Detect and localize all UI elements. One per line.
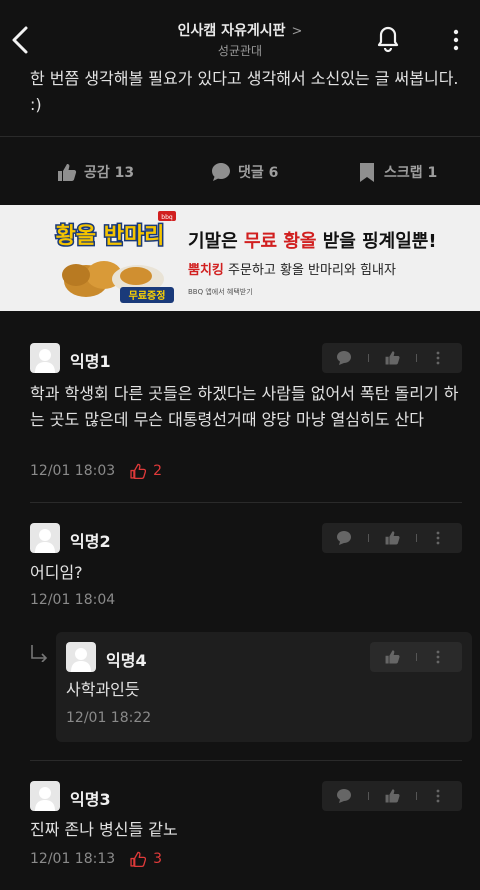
comment-meta: 12/01 18:04 xyxy=(30,592,115,608)
ad-note: BBQ 앱에서 혜택받기 xyxy=(188,288,253,296)
scrap-button[interactable]: 스크랩 1 xyxy=(356,160,437,184)
avatar xyxy=(30,523,60,553)
comment-time: 12/01 18:03 xyxy=(30,463,116,479)
like-button[interactable]: 공감 13 xyxy=(56,160,134,184)
bell-icon[interactable] xyxy=(372,22,404,54)
thumbs-up-outline-icon xyxy=(130,463,147,480)
avatar xyxy=(30,343,60,373)
comment-meta: 12/01 18:13 3 xyxy=(30,850,162,868)
comment-count-label: 댓글 6 xyxy=(238,165,279,181)
anonymous-avatar-icon xyxy=(35,787,55,811)
thumbs-up-icon[interactable] xyxy=(384,349,401,366)
comment-controls xyxy=(370,642,462,672)
school-name: 성균관대 xyxy=(217,44,263,58)
board-title[interactable]: 인사캠 자유게시판 xyxy=(178,20,286,40)
reply-arrow-icon xyxy=(31,645,48,662)
comment-controls xyxy=(322,781,462,811)
chat-bubble-icon xyxy=(212,163,230,181)
separator xyxy=(368,354,369,362)
more-vertical-icon[interactable] xyxy=(432,788,444,804)
anonymous-avatar-icon xyxy=(35,529,55,553)
board-title-area[interactable]: 인사캠 자유게시판 > 성균관대 xyxy=(0,20,480,59)
ad-brand-mark: bbq xyxy=(161,214,173,221)
more-vertical-icon[interactable] xyxy=(446,26,466,54)
comment-body: 진짜 존나 병신들 같노 xyxy=(30,820,178,839)
title-chevron-icon: > xyxy=(291,24,303,39)
comment-meta: 12/01 18:22 xyxy=(66,710,151,726)
more-vertical-icon[interactable] xyxy=(432,530,444,546)
avatar xyxy=(66,642,96,672)
more-vertical-icon[interactable] xyxy=(432,649,444,665)
post-actions: 공감 13 댓글 6 스크랩 1 xyxy=(0,150,480,194)
divider xyxy=(30,502,462,503)
comment-author: 익명3 xyxy=(70,790,111,809)
separator xyxy=(416,792,417,800)
comment-time: 12/01 18:22 xyxy=(66,710,152,726)
bookmark-icon xyxy=(360,163,374,182)
comment-body: 학과 학생회 다른 곳들은 하겠다는 사람들 없어서 폭탄 돌리기 하는 곳도 … xyxy=(30,384,459,429)
like-count: 3 xyxy=(129,850,162,868)
divider xyxy=(0,136,480,137)
separator xyxy=(368,534,369,542)
comment-body: 어디임? xyxy=(30,563,83,582)
reply-icon[interactable] xyxy=(336,788,352,804)
ad-free-badge: 무료증정 xyxy=(129,289,166,302)
comment-body: 사학과인듯 xyxy=(66,680,140,699)
thumbs-up-icon[interactable] xyxy=(384,529,401,546)
post-body: 한 번쯤 생각해볼 필요가 있다고 생각해서 소신있는 글 써봅니다. :) xyxy=(30,69,459,114)
top-bar: 인사캠 자유게시판 > 성균관대 xyxy=(0,0,480,70)
separator xyxy=(416,534,417,542)
chicken-promo-image: bbq 황올 반마리 무료증정 xyxy=(54,211,176,303)
ad-headline: 기말은 무료 황올 받을 핑계일뿐! xyxy=(188,231,437,252)
divider xyxy=(30,760,462,761)
comment-author: 익명1 xyxy=(70,352,111,371)
more-vertical-icon[interactable] xyxy=(432,350,444,366)
separator xyxy=(368,792,369,800)
ad-image-title: 황올 반마리 xyxy=(56,224,165,249)
comment-author: 익명2 xyxy=(70,532,111,551)
comment-controls xyxy=(322,343,462,373)
reply-icon[interactable] xyxy=(336,530,352,546)
comment-controls xyxy=(322,523,462,553)
thumbs-up-icon[interactable] xyxy=(384,648,401,665)
comment-author: 익명4 xyxy=(106,651,147,670)
like-count: 2 xyxy=(129,462,162,480)
separator xyxy=(416,653,417,661)
comment-button[interactable]: 댓글 6 xyxy=(210,160,278,184)
separator xyxy=(416,354,417,362)
comment-time: 12/01 18:04 xyxy=(30,592,116,608)
thumbs-up-icon[interactable] xyxy=(384,787,401,804)
ad-subtext: 뿜치킹 주문하고 황올 반마리와 힘내자 xyxy=(188,263,396,278)
scrap-count-label: 스크랩 1 xyxy=(384,165,438,181)
anonymous-avatar-icon xyxy=(71,648,91,672)
anonymous-avatar-icon xyxy=(35,349,55,373)
comment-meta: 12/01 18:03 2 xyxy=(30,462,162,480)
like-count-label: 공감 13 xyxy=(84,165,135,181)
thumbs-up-outline-icon xyxy=(130,851,147,868)
reply-icon[interactable] xyxy=(336,350,352,366)
comment-time: 12/01 18:13 xyxy=(30,851,116,867)
ad-banner[interactable]: bbq 황올 반마리 무료증정 기말은 무료 황올 받을 핑계일뿐! 뿜치킹 주… xyxy=(0,205,480,311)
thumbs-up-icon xyxy=(58,164,77,181)
avatar xyxy=(30,781,60,811)
